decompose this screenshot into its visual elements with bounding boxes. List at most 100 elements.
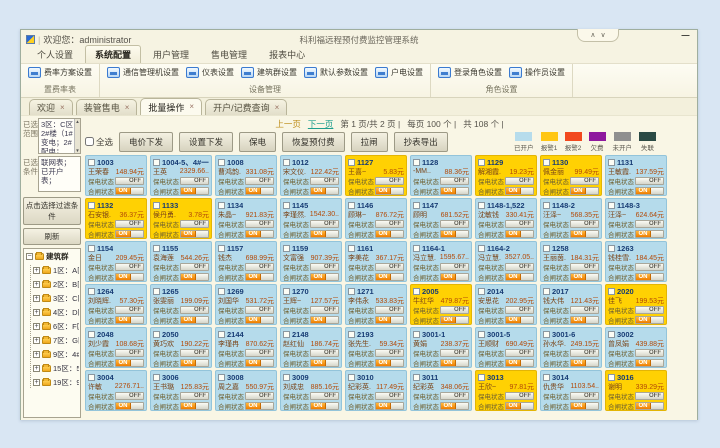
protect-toggle[interactable]: OFF — [505, 220, 534, 228]
room-card[interactable]: 1127 王喜~ 5.83元 保电状态 OFF 合闸状态 ON — [345, 155, 407, 196]
protect-toggle[interactable]: OFF — [310, 177, 339, 185]
protect-toggle[interactable]: OFF — [180, 306, 209, 314]
close-icon[interactable]: × — [189, 103, 194, 111]
expand-icon[interactable]: + — [33, 351, 40, 358]
switch-toggle[interactable]: ON — [115, 359, 144, 367]
switch-toggle[interactable]: ON — [570, 187, 599, 195]
switch-toggle[interactable]: ON — [180, 316, 209, 324]
protect-toggle[interactable]: OFF — [440, 392, 469, 400]
prev-page-link[interactable]: 上一页 — [275, 118, 301, 130]
protect-toggle[interactable]: OFF — [440, 177, 469, 185]
protect-toggle[interactable]: OFF — [245, 177, 274, 185]
switch-toggle[interactable]: ON — [115, 230, 144, 238]
room-checkbox[interactable] — [478, 288, 485, 295]
protect-toggle[interactable]: OFF — [375, 177, 404, 185]
room-checkbox[interactable] — [88, 331, 95, 338]
room-checkbox[interactable] — [478, 331, 485, 338]
room-card[interactable]: 1012 宋文仪. 122.42元 保电状态 OFF 合闸状态 ON — [280, 155, 342, 196]
protect-toggle[interactable]: OFF — [375, 263, 404, 271]
protect-toggle[interactable]: OFF — [180, 392, 209, 400]
tree-root[interactable]: − 建筑群 — [26, 251, 79, 262]
expand-icon[interactable]: + — [33, 323, 40, 330]
room-checkbox[interactable] — [413, 202, 420, 209]
room-checkbox[interactable] — [283, 331, 290, 338]
room-card[interactable]: 1131 王敏霞. 137.59元 保电状态 OFF 合闸状态 ON — [605, 155, 667, 196]
protect-toggle[interactable]: OFF — [505, 263, 534, 271]
room-card[interactable]: 3001-5 王顺财 690.49元 保电状态 OFF 合闸状态 ON — [475, 327, 537, 368]
switch-toggle[interactable]: ON — [570, 402, 599, 410]
scroll-up-icon[interactable]: ▲ — [75, 119, 79, 124]
choose-filter-button[interactable]: 点击选择过滤条件 — [23, 197, 81, 225]
switch-toggle[interactable]: ON — [375, 402, 404, 410]
switch-toggle[interactable]: ON — [310, 402, 339, 410]
room-card[interactable]: 1132 石安银. 36.37元 保电状态 OFF 合闸状态 ON — [85, 198, 147, 239]
action-button[interactable]: 保电 — [239, 132, 276, 152]
tree-item[interactable]: + 15区：5#变站（3 — [33, 363, 79, 374]
action-button[interactable]: 设置下发 — [179, 132, 233, 152]
tree-item[interactable]: + 9区：4#楼电井（ — [33, 349, 79, 360]
switch-toggle[interactable]: ON — [310, 359, 339, 367]
close-icon[interactable]: × — [60, 104, 65, 112]
protect-toggle[interactable]: OFF — [115, 177, 144, 185]
room-card[interactable]: 1004-5、4#一 王英 2329.66.. 保电状态 OFF 合闸状态 ON — [150, 155, 212, 196]
switch-toggle[interactable]: ON — [375, 359, 404, 367]
chevron-up-icon[interactable]: ∧ — [590, 31, 595, 39]
action-button[interactable]: 恢复预付费 — [282, 132, 345, 152]
room-card[interactable]: 1269 刘国华 531.72元 保电状态 OFF 合闸状态 ON — [215, 284, 277, 325]
protect-toggle[interactable]: OFF — [180, 349, 209, 357]
protect-toggle[interactable]: OFF — [440, 220, 469, 228]
protect-toggle[interactable]: OFF — [245, 392, 274, 400]
switch-toggle[interactable]: ON — [505, 273, 534, 281]
room-checkbox[interactable] — [543, 202, 550, 209]
tree-item[interactable]: + 4区：D区1#楼（ — [33, 307, 79, 318]
room-card[interactable]: 1129 解湘霞. 19.23元 保电状态 OFF 合闸状态 ON — [475, 155, 537, 196]
room-checkbox[interactable] — [608, 159, 615, 166]
room-checkbox[interactable] — [218, 331, 225, 338]
protect-toggle[interactable]: OFF — [505, 177, 534, 185]
switch-toggle[interactable]: ON — [245, 230, 274, 238]
minimize-button[interactable]: — — [680, 33, 691, 41]
switch-toggle[interactable]: ON — [635, 316, 664, 324]
room-card[interactable]: 2020 佳飞 199.53元 保电状态 OFF 合闸状态 ON — [605, 284, 667, 325]
room-checkbox[interactable] — [478, 202, 485, 209]
switch-toggle[interactable]: ON — [310, 273, 339, 281]
room-checkbox[interactable] — [218, 245, 225, 252]
switch-toggle[interactable]: ON — [310, 230, 339, 238]
room-card[interactable]: 1148-3 汪泽~ 624.64元 保电状态 OFF 合闸状态 ON — [605, 198, 667, 239]
room-card[interactable]: 1155 袁海莲 544.26元 保电状态 OFF 合闸状态 ON — [150, 241, 212, 282]
protect-toggle[interactable]: OFF — [440, 306, 469, 314]
room-checkbox[interactable] — [153, 202, 160, 209]
room-card[interactable]: 2144 李瑾冉 870.62元 保电状态 OFF 合闸状态 ON — [215, 327, 277, 368]
room-checkbox[interactable] — [283, 374, 290, 381]
room-card[interactable]: 3016 谢明 339.29元 保电状态 OFF 合闸状态 ON — [605, 370, 667, 411]
switch-toggle[interactable]: ON — [245, 187, 274, 195]
room-card[interactable]: 1164-1 冯立慧. 1595.67.. 保电状态 OFF 合闸状态 ON — [410, 241, 472, 282]
action-button[interactable]: 电价下发 — [119, 132, 173, 152]
room-card[interactable]: 1128 -MM.. 88.36元 保电状态 OFF 合闸状态 ON — [410, 155, 472, 196]
room-checkbox[interactable] — [413, 331, 420, 338]
switch-toggle[interactable]: ON — [310, 187, 339, 195]
protect-toggle[interactable]: OFF — [310, 349, 339, 357]
ribbon-button[interactable]: 登录角色设置 — [436, 66, 504, 79]
room-checkbox[interactable] — [348, 245, 355, 252]
collapse-icon[interactable]: − — [26, 253, 33, 260]
menu-item[interactable]: 用户管理 — [143, 45, 199, 63]
switch-toggle[interactable]: ON — [505, 402, 534, 410]
ribbon-collapse-pill[interactable]: ∧ ∨ — [577, 29, 619, 42]
chevron-down-icon[interactable]: ∨ — [601, 31, 606, 39]
tree-item[interactable]: + 6区：F区1#楼（1 — [33, 321, 79, 332]
room-card[interactable]: 3006 王书璐 125.83元 保电状态 OFF 合闸状态 ON — [150, 370, 212, 411]
switch-toggle[interactable]: ON — [440, 273, 469, 281]
protect-toggle[interactable]: OFF — [505, 349, 534, 357]
switch-toggle[interactable]: ON — [570, 359, 599, 367]
room-card[interactable]: 1145 李瑾然. 1542.30.. 保电状态 OFF 合闸状态 ON — [280, 198, 342, 239]
protect-toggle[interactable]: OFF — [440, 349, 469, 357]
room-checkbox[interactable] — [283, 245, 290, 252]
ribbon-button[interactable]: 操作员设置 — [507, 66, 567, 79]
protect-toggle[interactable]: OFF — [245, 220, 274, 228]
room-checkbox[interactable] — [348, 159, 355, 166]
room-card[interactable]: 1270 王辉~ 127.57元 保电状态 OFF 合闸状态 ON — [280, 284, 342, 325]
switch-toggle[interactable]: ON — [115, 273, 144, 281]
room-card[interactable]: 2017 钱大伟 121.43元 保电状态 OFF 合闸状态 ON — [540, 284, 602, 325]
switch-toggle[interactable]: ON — [180, 187, 209, 195]
